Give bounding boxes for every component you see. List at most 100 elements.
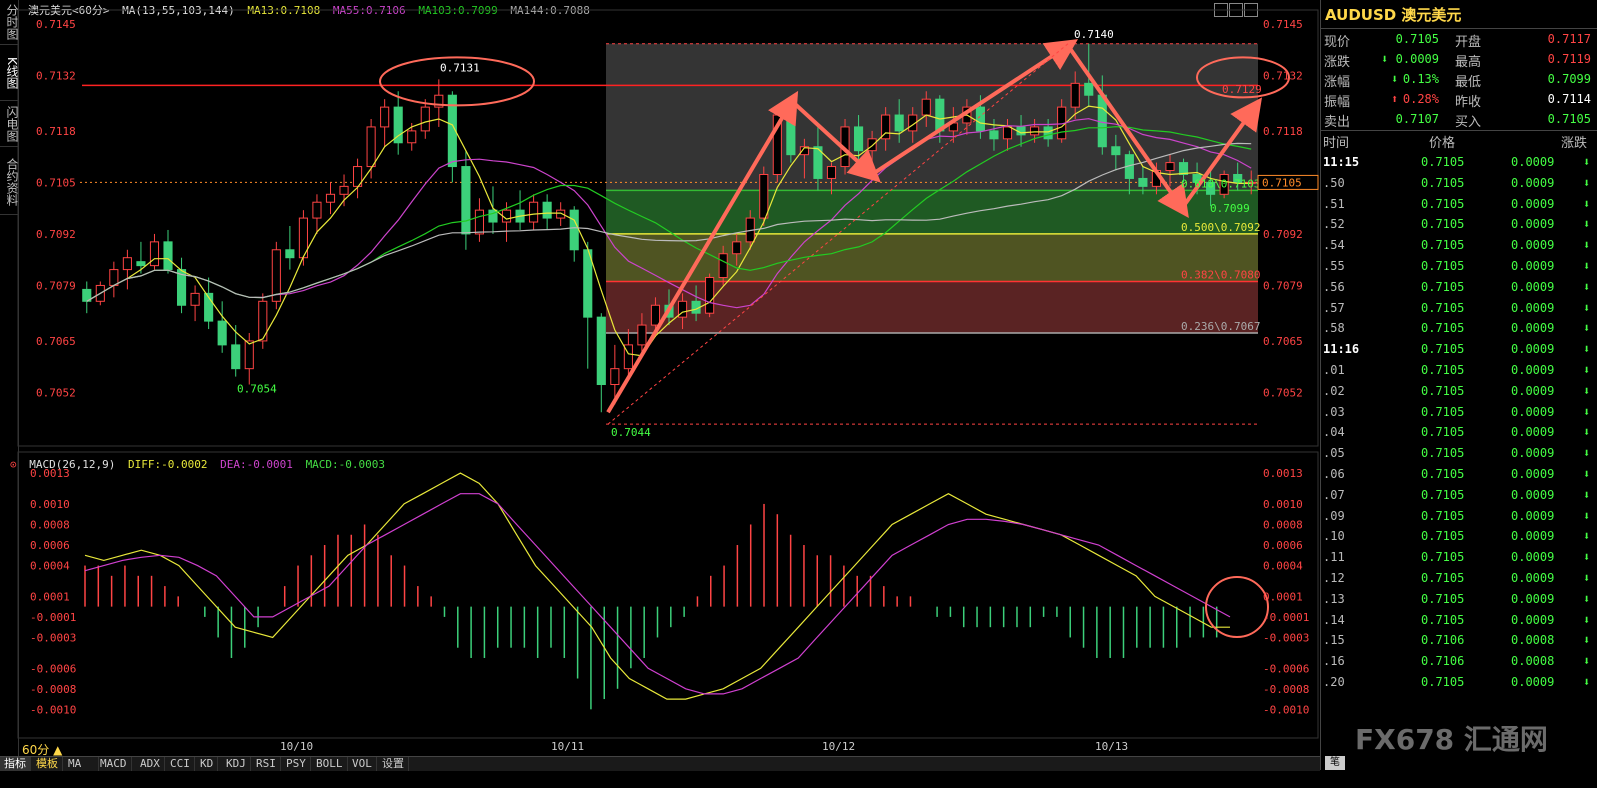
- tab-indicator[interactable]: 指标: [0, 757, 31, 771]
- arrow-down-icon: ⬇: [1583, 279, 1591, 294]
- chart-area[interactable]: 0.7131 0.7054 0.7044 0.7140 0.7099 0.7129 0.61…: [0, 0, 1320, 756]
- quote-summary: 现价 0.7105 开盘 0.7117 涨跌 ⬇ 0.0009 最高 0.711…: [1321, 30, 1597, 130]
- tick-row: .13 0.7105 0.0009 ⬇: [1321, 589, 1597, 609]
- quote-label: 最低: [1455, 75, 1482, 90]
- tick-change: 0.0009: [1511, 363, 1555, 377]
- pen-button[interactable]: 笔: [1325, 756, 1345, 770]
- tab-settings[interactable]: 设置: [378, 757, 409, 771]
- tick-time: .04: [1323, 425, 1345, 440]
- tick-row: .01 0.7105 0.0009 ⬇: [1321, 360, 1597, 380]
- tick-change: 0.0009: [1511, 571, 1555, 585]
- quote-row: 涨幅 ⬇ 0.13% 最低 0.7099: [1321, 70, 1597, 90]
- tick-row: .52 0.7105 0.0009 ⬇: [1321, 214, 1597, 234]
- quote-value: 0.7105: [1395, 32, 1439, 46]
- candle-body: [312, 201, 322, 219]
- tick-row: .51 0.7105 0.0009 ⬇: [1321, 194, 1597, 214]
- candle-body: [921, 98, 931, 116]
- tick-time: .11: [1323, 550, 1345, 565]
- tab-boll[interactable]: BOLL: [312, 757, 348, 771]
- kline-axis-label-left: 0.7105: [36, 176, 76, 189]
- tick-time: .56: [1323, 279, 1345, 294]
- indicator-tab-bar: 指标 模板 MA MACD ADX CCI KD KDJ RSI PSY BOL…: [0, 756, 1320, 771]
- tick-change: 0.0009: [1511, 259, 1555, 273]
- fib-236-label: 0.236\0.7067: [1181, 320, 1260, 333]
- kline-axis-label-right: 0.7092: [1263, 228, 1303, 241]
- macd-axis-label-left: -0.0010: [30, 703, 76, 716]
- tab-ma[interactable]: MA: [64, 757, 99, 771]
- kline-axis-label-right: 0.7079: [1263, 279, 1303, 292]
- quote-value: 0.7117: [1547, 32, 1591, 46]
- quote-label: 买入: [1455, 115, 1482, 130]
- tab-cci[interactable]: CCI: [166, 757, 195, 771]
- tab-macd[interactable]: MACD: [96, 757, 132, 771]
- low-label: 0.7054: [237, 382, 277, 395]
- arrow-down-icon: ⬇: [1583, 591, 1591, 606]
- candle-body: [637, 324, 647, 346]
- macd-axis-label-right: 0.0006: [1263, 539, 1303, 552]
- tick-row: .04 0.7105 0.0009 ⬇: [1321, 422, 1597, 442]
- tab-kdj[interactable]: KDJ: [222, 757, 251, 771]
- candle-body: [732, 241, 742, 255]
- macd-axis-label-right: 0.0013: [1263, 467, 1303, 480]
- arrow-down-icon: ⬇: [1583, 217, 1591, 232]
- arrow-down-icon: ⬇: [1583, 196, 1591, 211]
- macd-axis-label-left: 0.0013: [30, 467, 70, 480]
- candle-body: [325, 193, 336, 203]
- tick-change: 0.0009: [1511, 612, 1555, 627]
- tick-price: 0.7105: [1421, 196, 1465, 211]
- quote-label: 开盘: [1455, 35, 1482, 50]
- macd-axis-label-left: 0.0001: [30, 590, 70, 603]
- tick-list[interactable]: 11:15 0.7105 0.0009 ⬇ .50 0.7105 0.0009 ⬇ .51 0.7…: [1321, 152, 1597, 692]
- tick-change: 0.0009: [1511, 238, 1555, 253]
- tick-price: 0.7105: [1421, 383, 1465, 398]
- candle-body: [163, 241, 173, 271]
- tick-row: .02 0.7105 0.0009 ⬇: [1321, 381, 1597, 401]
- tab-rsi[interactable]: RSI: [252, 757, 281, 771]
- tick-row: .20 0.7105 0.0009 ⬇: [1321, 672, 1597, 692]
- tick-time: .01: [1323, 363, 1345, 377]
- macd-axis-label-right: -0.0003: [1263, 631, 1309, 644]
- candle-body: [786, 114, 796, 156]
- tab-kd[interactable]: KD: [196, 757, 219, 771]
- arrow-down-icon: ⬇: [1583, 175, 1591, 190]
- tick-price: 0.7105: [1421, 279, 1465, 294]
- tick-price: 0.7105: [1421, 342, 1465, 357]
- kline-axis-label-left: 0.7132: [36, 69, 76, 82]
- tick-time: .58: [1323, 321, 1345, 336]
- candle-body: [217, 320, 227, 346]
- arrow-down-icon: ⬇: [1583, 446, 1591, 461]
- kline-axis-label-left: 0.7145: [36, 18, 76, 31]
- peak-label: 0.7140: [1074, 28, 1114, 41]
- candle-body: [650, 304, 661, 326]
- candle-body: [285, 249, 295, 259]
- arrow-down-icon: ⬇: [1583, 529, 1591, 544]
- date-label: 10/11: [551, 740, 585, 753]
- candle-body: [867, 138, 877, 152]
- candle-body: [420, 106, 430, 132]
- tab-template[interactable]: 模板: [32, 757, 63, 771]
- watermark-logo: FX678 汇通网: [1355, 723, 1548, 756]
- tick-change: 0.0009: [1511, 675, 1555, 689]
- candle-body: [1070, 82, 1080, 108]
- diff-line: [84, 472, 1230, 700]
- candle-body: [596, 316, 606, 386]
- tick-price: 0.7105: [1421, 550, 1465, 565]
- tick-change: 0.0009: [1511, 404, 1555, 419]
- arrow-down-icon: ⬇: [1583, 508, 1591, 523]
- kline-axis-label-right: 0.7132: [1263, 69, 1303, 82]
- candle-body: [854, 126, 864, 152]
- tick-change: 0.0009: [1511, 155, 1555, 169]
- kline-axis-label-right: 0.7118: [1263, 125, 1303, 138]
- tick-time: .50: [1323, 175, 1345, 190]
- tab-vol[interactable]: VOL: [348, 757, 377, 771]
- candle-body: [136, 261, 146, 267]
- candle-body: [826, 166, 837, 179]
- tick-price: 0.7105: [1421, 571, 1465, 585]
- highlight-ellipse: [1205, 576, 1269, 638]
- tick-change: 0.0009: [1511, 529, 1555, 544]
- quote-label: 涨幅: [1324, 75, 1351, 90]
- tick-change: 0.0009: [1511, 217, 1555, 232]
- tab-psy[interactable]: PSY: [282, 757, 311, 771]
- tab-adx[interactable]: ADX: [136, 757, 165, 771]
- tick-change: 0.0009: [1511, 321, 1555, 336]
